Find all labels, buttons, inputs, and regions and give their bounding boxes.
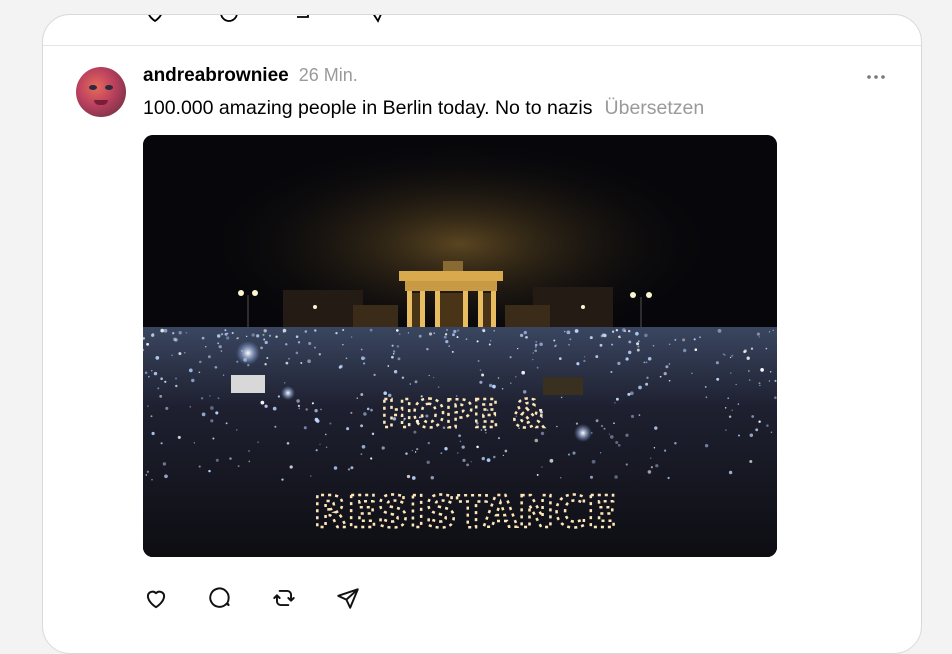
post-text-row: 100.000 amazing people in Berlin today. … (143, 97, 704, 120)
translate-link[interactable]: Übersetzen (605, 97, 705, 120)
heart-icon (146, 590, 166, 609)
username[interactable]: andreabrowniee (143, 65, 289, 87)
comment-icon[interactable] (217, 14, 241, 25)
post-text: 100.000 amazing people in Berlin today. … (143, 97, 593, 119)
post-image[interactable]: HOPE & RESISTANCE (143, 135, 777, 557)
share-button[interactable] (335, 585, 361, 611)
previous-post-actions (143, 14, 389, 25)
send-icon[interactable] (365, 14, 389, 25)
reply-button[interactable] (207, 585, 233, 611)
post-actions (143, 585, 361, 611)
more-icon[interactable] (865, 67, 887, 87)
repost-icon (273, 589, 295, 607)
heart-icon[interactable] (143, 14, 167, 25)
like-button[interactable] (143, 585, 169, 611)
sign-hope: HOPE & (381, 392, 545, 436)
post-header: andreabrowniee 26 Min. (143, 65, 358, 87)
avatar[interactable] (76, 67, 126, 117)
repost-button[interactable] (271, 585, 297, 611)
sign-resistance: RESISTANCE (313, 487, 617, 538)
repost-icon[interactable] (291, 14, 315, 25)
comment-icon (209, 587, 230, 608)
send-icon (337, 588, 359, 609)
post-divider (43, 45, 921, 46)
post-card: andreabrowniee 26 Min. 100.000 amazing p… (42, 14, 922, 654)
post-time[interactable]: 26 Min. (299, 65, 358, 86)
